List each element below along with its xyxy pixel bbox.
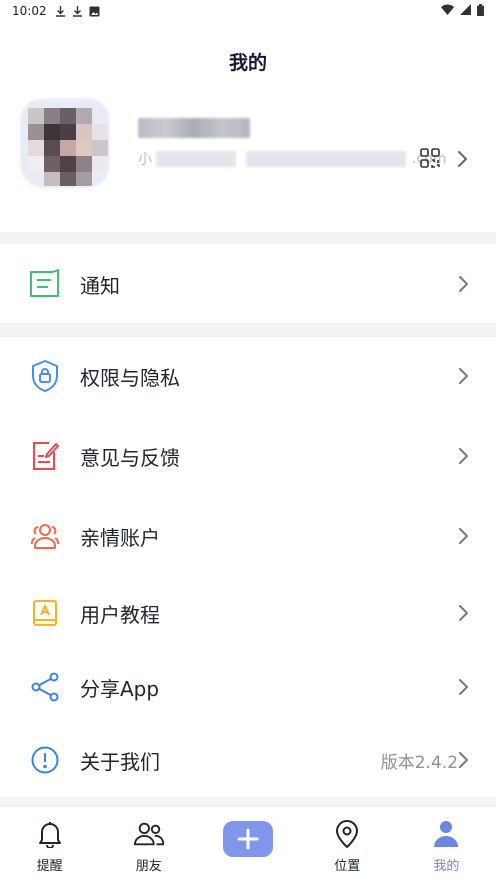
feedback-icon: [28, 439, 62, 473]
menu-item-label: 用户教程: [80, 602, 160, 627]
section-divider: [0, 797, 496, 806]
chevron-right-icon: [456, 749, 470, 771]
menu-item-label: 权限与隐私: [80, 365, 180, 390]
qr-code-icon[interactable]: [420, 148, 440, 168]
location-pin-icon: [332, 819, 362, 849]
share-icon: [28, 670, 62, 704]
status-time: 10:02: [12, 4, 47, 18]
tab-label: 提醒: [36, 859, 63, 874]
menu-item-privacy[interactable]: 权限与隐私: [0, 339, 496, 413]
account-prefix: 小: [138, 152, 152, 168]
tab-label: 朋友: [135, 859, 162, 874]
menu-item-label: 通知: [80, 273, 120, 298]
tab-add[interactable]: [198, 807, 297, 881]
chevron-right-icon: [456, 273, 470, 295]
notification-icon: [28, 267, 62, 301]
battery-icon: [477, 3, 484, 19]
download-icon: [55, 5, 66, 17]
chevron-right-icon: [456, 525, 470, 547]
info-icon: [28, 743, 62, 777]
menu-item-feedback[interactable]: 意见与反馈: [0, 419, 496, 493]
menu-item-about[interactable]: 关于我们 版本2.4.2: [0, 723, 496, 797]
download-icon: [72, 5, 83, 17]
tab-mine[interactable]: 我的: [397, 807, 496, 881]
menu-item-tutorial[interactable]: 用户教程: [0, 576, 496, 650]
add-button[interactable]: [223, 821, 273, 857]
profile-card[interactable]: 小 .com: [0, 90, 496, 230]
menu-item-label: 分享App: [80, 676, 160, 701]
account-redacted: [156, 151, 236, 167]
user-icon: [431, 819, 461, 849]
page-title: 我的: [228, 52, 267, 74]
tab-location[interactable]: 位置: [298, 807, 397, 881]
tab-label: 位置: [334, 859, 361, 874]
section-divider: [0, 323, 496, 337]
family-icon: [28, 519, 62, 553]
wifi-icon: [441, 4, 454, 18]
image-icon: [89, 6, 100, 17]
friends-icon: [133, 819, 164, 849]
menu-item-label: 亲情账户: [80, 525, 160, 550]
menu-item-label: 意见与反馈: [80, 445, 180, 470]
menu-item-label: 关于我们: [80, 749, 160, 774]
chevron-right-icon: [456, 602, 470, 624]
chevron-right-icon[interactable]: [454, 148, 470, 170]
tab-remind[interactable]: 提醒: [0, 807, 99, 881]
bottom-tab-bar: 提醒 朋友 位置 我的: [0, 806, 496, 881]
profile-account: 小 .com: [138, 148, 446, 170]
shield-lock-icon: [28, 359, 62, 393]
chevron-right-icon: [456, 676, 470, 698]
version-value: 版本2.4.2: [380, 752, 458, 773]
bell-icon: [35, 819, 65, 849]
chevron-right-icon: [456, 445, 470, 467]
tab-friends[interactable]: 朋友: [99, 807, 198, 881]
plus-icon: [237, 828, 259, 850]
book-icon: [28, 596, 62, 630]
section-divider: [0, 232, 496, 244]
chevron-right-icon: [456, 365, 470, 387]
menu-item-family[interactable]: 亲情账户: [0, 499, 496, 573]
profile-name: [138, 118, 250, 138]
status-bar: 10:02: [0, 0, 496, 22]
tab-label: 我的: [433, 859, 460, 874]
menu-item-notify[interactable]: 通知: [0, 247, 496, 321]
account-redacted: [246, 151, 406, 167]
menu-item-share[interactable]: 分享App: [0, 650, 496, 724]
avatar[interactable]: [22, 100, 108, 186]
signal-icon: [460, 4, 471, 18]
